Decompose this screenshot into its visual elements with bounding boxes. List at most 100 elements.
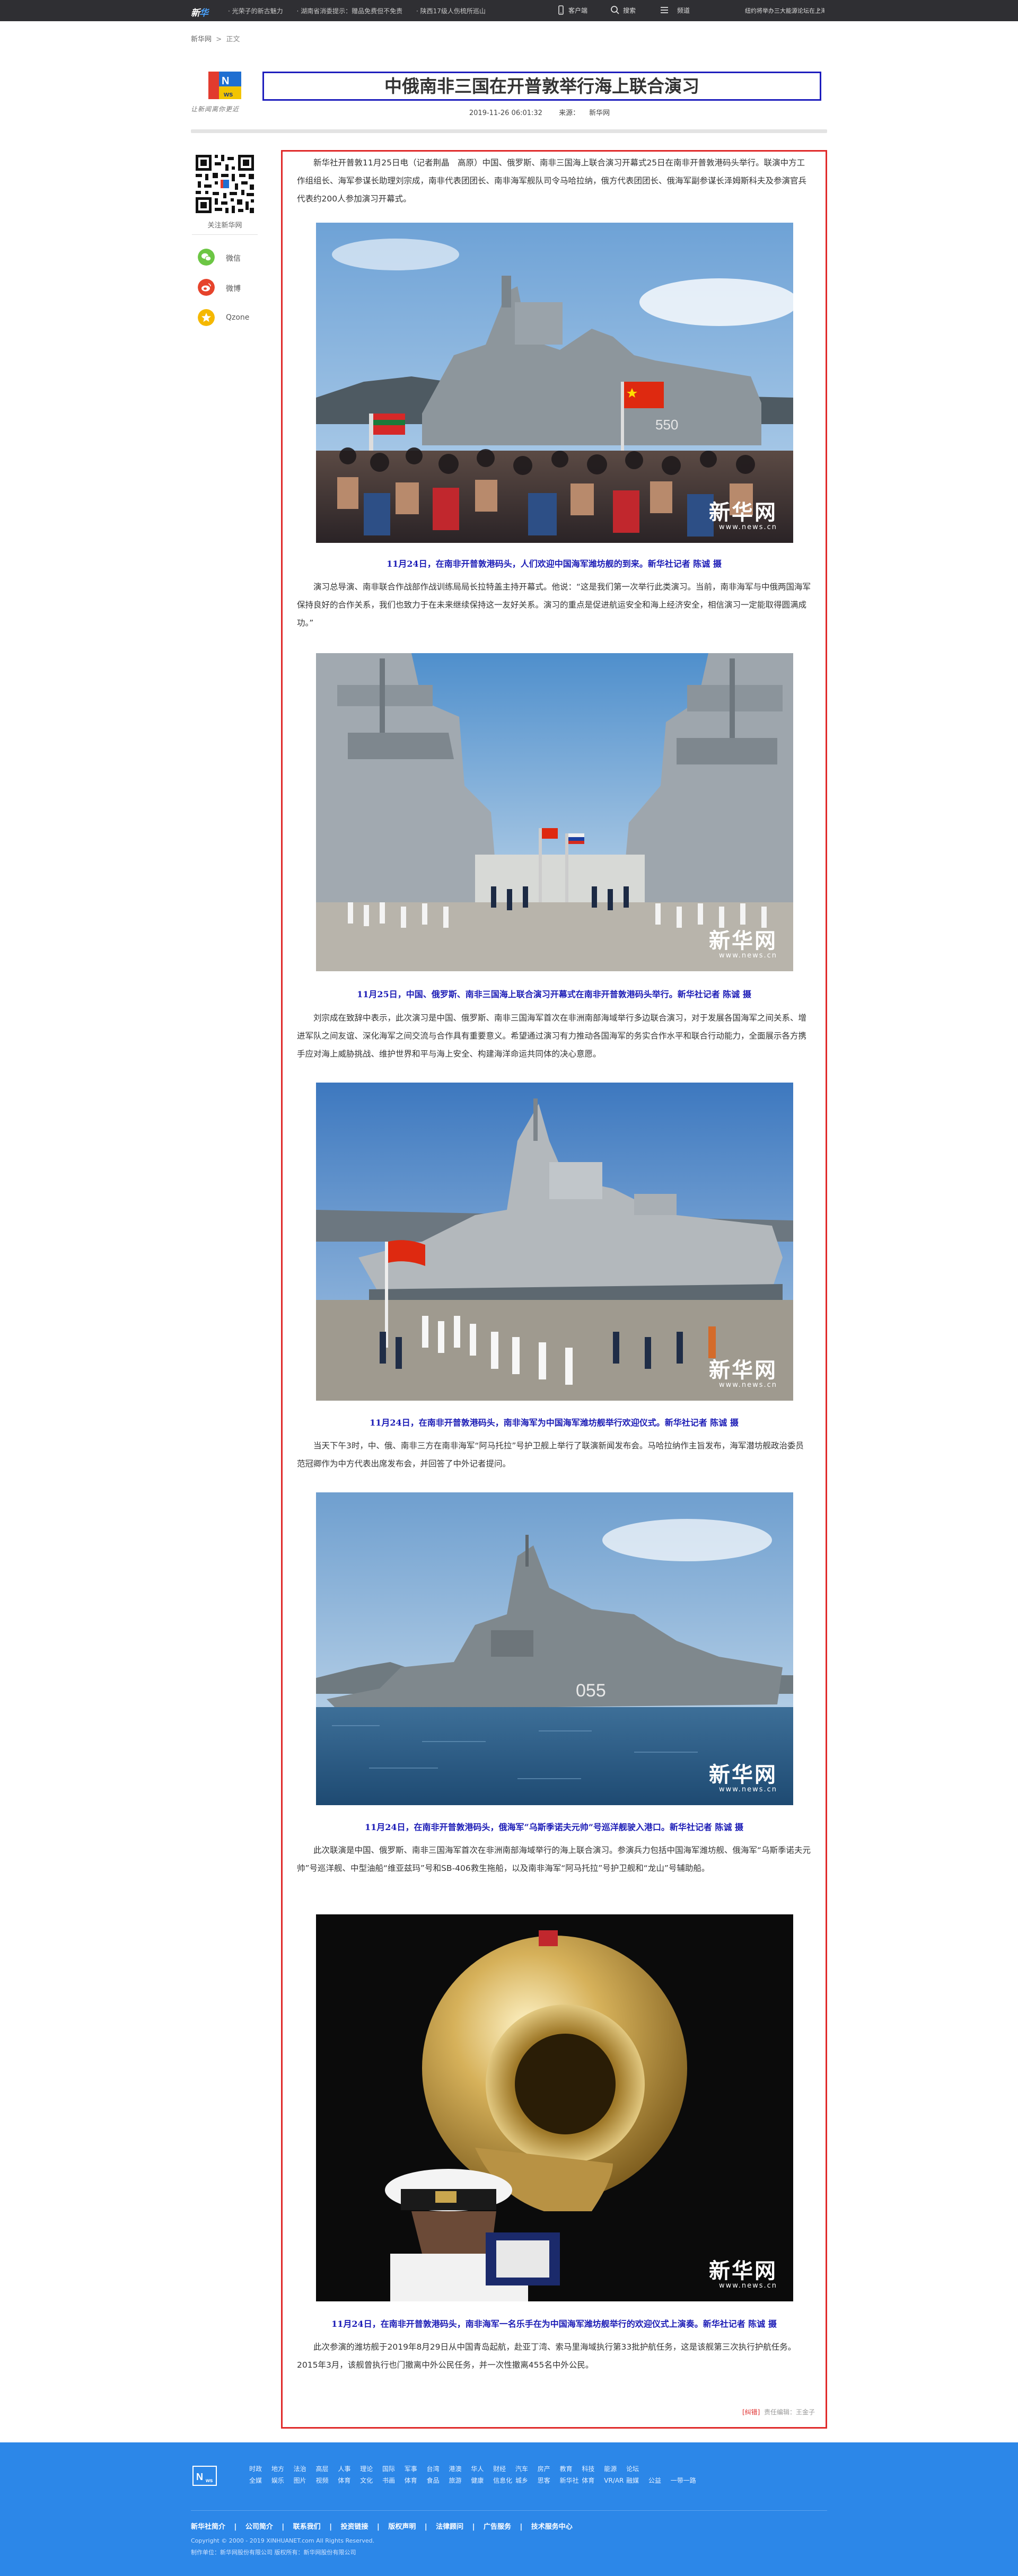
mobile-icon [558,5,564,15]
footer-nav-link[interactable]: 健康 [471,2476,491,2485]
chevron-right-icon[interactable]: › [818,5,821,14]
footer-nav-link[interactable]: 地方 [271,2464,292,2473]
footer-nav-link[interactable]: 汽车 [515,2464,536,2473]
breadcrumb-separator: > [216,36,222,43]
article-paragraph: 刘宗成在致辞中表示，此次演习是中国、俄罗斯、南非三国海军首次在非洲南部海域举行多… [297,1013,807,1059]
footer-nav-link[interactable]: 食品 [427,2476,447,2485]
ticker-item[interactable]: · 陕西17级人伤梳所巡山 [416,7,486,15]
publish-date: 2019-11-26 06:01:32 [469,109,542,117]
article-photo[interactable]: 055 新华网 www.news.cn [316,1492,793,1805]
footer-link[interactable]: 公司简介 [245,2523,273,2531]
share-wechat[interactable]: 微信 [198,245,261,267]
footer-nav-link[interactable]: 信息化 [493,2476,513,2485]
ticker-item[interactable]: · 湖南省消委提示：赠品免费但不免责 [296,7,402,15]
footer-nav-link[interactable]: 融媒 [626,2476,646,2485]
footer-nav-link[interactable]: 房产 [538,2464,558,2473]
footer-nav-link[interactable]: 科技 [582,2464,602,2473]
footer-copyright: Copyright © 2000 - 2019 XINHUANET.com Al… [191,2537,375,2544]
share-divider [192,234,258,235]
footer-nav-link[interactable]: 体育 [338,2476,358,2485]
footer-nav-link[interactable]: 军事 [405,2464,425,2473]
photo-russian-cruiser: 055 [316,1492,793,1805]
search-link[interactable]: 搜索 [623,6,636,15]
topbar-logo[interactable]: 新华网 [191,5,214,31]
error-report-link[interactable]: [纠错] [742,2408,760,2416]
footer-nav-link[interactable]: 文化 [360,2476,380,2485]
footer-nav-link[interactable]: 能源 [604,2464,624,2473]
photo-band-musician [316,1914,793,2301]
breadcrumb: 新华网 > 正文 [191,33,240,43]
footer-link[interactable]: 新华社简介 [191,2523,225,2531]
photo-caption: 11月24日，在南非开普敦港码头，俄海军“乌斯季诺夫元帅”号巡洋舰驶入港口。新华… [364,1822,744,1832]
footer-nav-link[interactable]: 台湾 [427,2464,447,2473]
footer-nav-link[interactable]: 体育 [582,2476,602,2485]
footer-nav-link[interactable]: 视频 [315,2476,336,2485]
breadcrumb-current: 正文 [226,36,240,43]
article-photo[interactable]: 新华网 www.news.cn [316,1083,793,1401]
svg-text:N: N [222,75,229,87]
qzone-icon [198,309,215,326]
footer-link[interactable]: 技术服务中心 [531,2523,573,2531]
share-qzone-label: Qzone [226,313,250,322]
footer-link-separator: | [377,2523,380,2531]
footer-divider [191,2510,827,2511]
footer-nav-link[interactable]: 理论 [360,2464,380,2473]
footer-logo[interactable]: N ws [191,2464,223,2491]
footer-nav-link[interactable]: 国际 [382,2464,402,2473]
hull-number: 055 [576,1681,606,1701]
photo-caption: 11月24日，在南非开普敦港码头，人们欢迎中国海军潍坊舰的到来。新华社记者 陈诚… [387,559,722,569]
footer-link[interactable]: 广告服务 [484,2523,511,2531]
article-paragraph: 此次参演的潍坊舰于2019年8月29日从中国青岛起航，赴亚丁湾、索马里海域执行第… [297,2342,796,2370]
share-qzone[interactable]: Qzone [198,306,261,327]
article-photo[interactable]: 550 新华网 www.news.cn [316,223,793,543]
article-title-box: 中俄南非三国在开普敦举行海上联合演习 [262,72,821,101]
footer-nav-link[interactable]: 新华社 [560,2476,580,2485]
channel-link[interactable]: 频道 [677,6,690,15]
footer-link[interactable]: 版权声明 [388,2523,416,2531]
footer-nav-link[interactable]: 一带一路 [671,2476,696,2485]
footer-nav-link[interactable]: 娱乐 [271,2476,292,2485]
footer-nav-row: 全媒 娱乐 图片 视频 体育 文化 书画 体育 食品 旅游 健康 信息化 城乡 … [249,2476,843,2487]
footer-link-separator: | [282,2523,285,2531]
client-link[interactable]: 客户端 [568,6,587,15]
breadcrumb-home[interactable]: 新华网 [191,36,212,43]
article-photo[interactable]: 新华网 www.news.cn [316,653,793,971]
hot-news-link[interactable]: 纽约将举办三大能源论坛在上海 [745,6,824,15]
photo-welcome-ceremony [316,1083,793,1401]
footer-link[interactable]: 联系我们 [293,2523,321,2531]
footer-nav-link[interactable]: 旅游 [449,2476,469,2485]
footer-nav-link[interactable]: 全媒 [249,2476,269,2485]
footer-nav-link[interactable]: 图片 [294,2476,314,2485]
svg-text:ws: ws [223,90,233,98]
footer-nav-link[interactable]: 财经 [493,2464,513,2473]
footer-nav-link[interactable]: 论坛 [626,2464,646,2473]
footer-link[interactable]: 投资链接 [340,2523,368,2531]
wechat-icon [198,249,215,266]
article-paragraph: 新华社开普敦11月25日电（记者荆晶 高原）中国、俄罗斯、南非三国海上联合演习开… [297,158,807,204]
footer-nav-link[interactable]: 思客 [538,2476,558,2485]
footer-nav-link[interactable]: 书画 [382,2476,402,2485]
photo-watermark: 新华网 www.news.cn [709,1763,777,1793]
ticker-item[interactable]: · 光荣子的新古魅力 [228,7,283,15]
article-photo[interactable]: 新华网 www.news.cn [316,1914,793,2301]
footer-nav-link[interactable]: 港澳 [449,2464,469,2473]
footer-nav-link[interactable]: 高层 [315,2464,336,2473]
menu-icon[interactable] [659,5,670,15]
footer-nav-link[interactable]: 城乡 [515,2476,536,2485]
footer-nav-link[interactable]: 体育 [405,2476,425,2485]
footer-nav-link[interactable]: 法治 [294,2464,314,2473]
photo-watermark: 新华网 www.news.cn [709,500,777,531]
footer-nav-link[interactable]: 人事 [338,2464,358,2473]
share-wechat-label: 微信 [226,254,241,263]
footer-nav-link[interactable]: 公益 [648,2476,669,2485]
photo-caption: 11月24日，在南非开普敦港码头，南非海军一名乐手在为中国海军潍坊舰举行的欢迎仪… [331,2319,777,2329]
footer-nav-link[interactable]: 教育 [560,2464,580,2473]
footer-link[interactable]: 法律顾问 [436,2523,463,2531]
svg-text:ws: ws [205,2478,213,2484]
article-paragraph: 当天下午3时，中、俄、南非三方在南非海军“阿马托拉”号护卫舰上举行了联演新闻发布… [297,1441,804,1469]
footer-nav-link[interactable]: 华人 [471,2464,491,2473]
footer-nav-link[interactable]: 时政 [249,2464,269,2473]
search-icon[interactable] [610,5,620,15]
share-weibo[interactable]: 微博 [198,276,261,297]
footer-nav-link[interactable]: VR/AR [604,2477,624,2484]
